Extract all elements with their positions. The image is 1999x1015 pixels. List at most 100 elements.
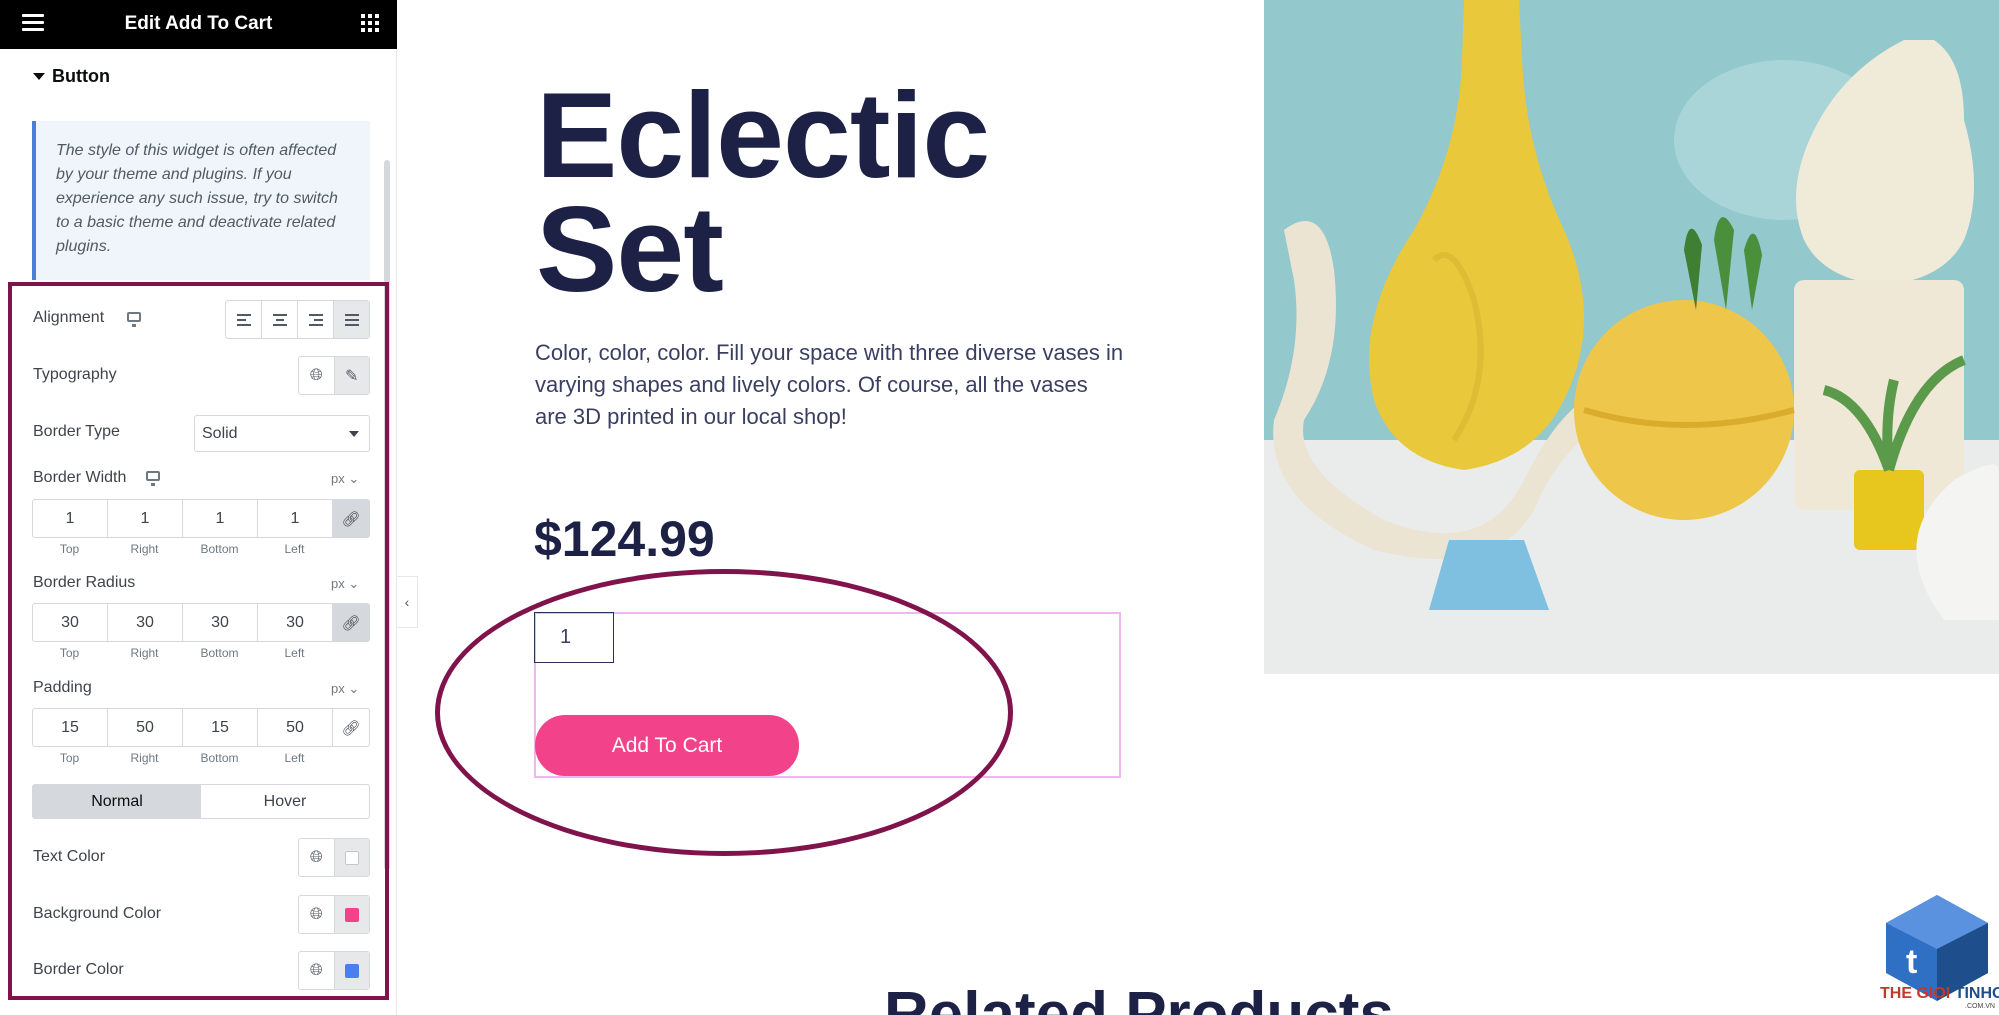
- svg-text:t: t: [1906, 943, 1917, 981]
- widget-style-notice: The style of this widget is often affect…: [32, 121, 370, 280]
- section-toggle-button[interactable]: Button: [32, 66, 110, 87]
- globe-icon[interactable]: 🌐︎: [299, 839, 334, 876]
- background-color-control: 🌐︎: [298, 895, 370, 934]
- border-radius-label: Border Radius: [33, 574, 136, 591]
- side-label: Bottom: [200, 646, 239, 660]
- apps-grid-icon[interactable]: [361, 14, 379, 32]
- link-icon[interactable]: 🔗︎: [332, 708, 370, 747]
- background-color-picker[interactable]: [333, 896, 369, 933]
- product-description: Color, color, color. Fill your space wit…: [535, 340, 1124, 429]
- side-label: Right: [130, 646, 159, 660]
- border-radius-unit-select[interactable]: px ⌄: [331, 576, 359, 592]
- product-title: Eclectic Set: [536, 67, 990, 317]
- padding-unit-select[interactable]: px ⌄: [331, 681, 359, 697]
- alignment-control: [225, 300, 370, 339]
- border-radius-bottom-input[interactable]: 30: [182, 603, 257, 642]
- side-label: Top: [59, 751, 80, 765]
- panel-header: Edit Add To Cart: [0, 0, 397, 49]
- padding-label: Padding: [33, 679, 92, 696]
- vases-illustration: [1264, 0, 1999, 674]
- panel-title: Edit Add To Cart: [124, 13, 273, 34]
- border-color-picker[interactable]: [333, 952, 369, 989]
- app-root: Edit Add To Cart Button The style of thi…: [0, 0, 1999, 1015]
- align-right-button[interactable]: [298, 301, 334, 338]
- link-icon[interactable]: 🔗︎: [332, 499, 370, 538]
- alignment-label: Alignment: [33, 309, 105, 326]
- text-color-control: 🌐︎: [298, 838, 370, 877]
- side-label: Top: [59, 542, 80, 556]
- border-color-swatch: [344, 963, 359, 978]
- align-center-icon: [272, 313, 287, 326]
- chevron-down-icon: [349, 431, 359, 437]
- highlight-ellipse: [435, 569, 1013, 856]
- editor-panel: Edit Add To Cart Button The style of thi…: [0, 0, 397, 1015]
- desktop-icon[interactable]: [146, 471, 160, 486]
- related-products-heading: Related Products: [884, 984, 1394, 1015]
- border-color-label: Border Color: [33, 961, 124, 978]
- section-title: Button: [52, 66, 110, 86]
- align-justify-icon: [344, 313, 359, 326]
- border-width-top-input[interactable]: 1: [32, 499, 107, 538]
- typography-control: 🌐︎ ✎: [298, 356, 370, 395]
- background-color-label: Background Color: [33, 905, 162, 922]
- link-icon[interactable]: 🔗︎: [332, 603, 370, 642]
- align-justify-button[interactable]: [334, 301, 369, 338]
- side-label: Left: [284, 751, 305, 765]
- text-color-picker[interactable]: [333, 839, 369, 876]
- product-title-line1: Eclectic: [536, 67, 990, 203]
- border-radius-right-input[interactable]: 30: [107, 603, 182, 642]
- globe-icon[interactable]: 🌐︎: [299, 896, 334, 933]
- border-radius-side-labels: Top Right Bottom Left: [32, 646, 332, 660]
- border-color-control: 🌐︎: [298, 951, 370, 990]
- padding-right-input[interactable]: 50: [107, 708, 182, 747]
- side-label: Right: [130, 542, 159, 556]
- side-label: Right: [130, 751, 159, 765]
- align-left-icon: [236, 313, 251, 326]
- tab-hover[interactable]: Hover: [201, 785, 369, 818]
- tab-normal[interactable]: Normal: [33, 785, 201, 818]
- padding-left-input[interactable]: 50: [257, 708, 332, 747]
- border-width-inputs: 1 1 1 1 🔗︎: [32, 499, 370, 538]
- product-image: [1264, 0, 1999, 674]
- product-price: $124.99: [534, 511, 715, 567]
- padding-top-input[interactable]: 15: [32, 708, 107, 747]
- pencil-icon[interactable]: ✎: [333, 357, 369, 394]
- brand-line1: THE GIOI: [1880, 985, 1951, 1002]
- side-label: Bottom: [200, 751, 239, 765]
- collapse-panel-button[interactable]: ‹: [397, 576, 418, 628]
- border-radius-inputs: 30 30 30 30 🔗︎: [32, 603, 370, 642]
- border-width-unit-select[interactable]: px ⌄: [331, 471, 359, 487]
- border-width-label: Border Width: [33, 469, 127, 486]
- side-label: Left: [284, 542, 305, 556]
- border-type-label: Border Type: [33, 423, 120, 440]
- typography-label: Typography: [33, 366, 117, 383]
- brand-domain: .COM.VN: [1965, 1003, 1995, 1010]
- border-type-select[interactable]: Solid: [194, 415, 370, 452]
- side-label: Left: [284, 646, 305, 660]
- product-title-line2: Set: [536, 181, 724, 317]
- chevron-left-icon: ‹: [404, 594, 410, 610]
- brand-line2: TINHOC: [1954, 985, 1999, 1002]
- border-width-left-input[interactable]: 1: [257, 499, 332, 538]
- desktop-icon[interactable]: [127, 312, 141, 327]
- border-type-value: Solid: [202, 425, 238, 442]
- text-color-swatch: [344, 850, 359, 865]
- padding-side-labels: Top Right Bottom Left: [32, 751, 332, 765]
- state-tabs: Normal Hover: [32, 784, 370, 819]
- border-radius-top-input[interactable]: 30: [32, 603, 107, 642]
- align-left-button[interactable]: [226, 301, 262, 338]
- globe-icon[interactable]: 🌐︎: [299, 357, 334, 394]
- align-center-button[interactable]: [262, 301, 298, 338]
- border-width-bottom-input[interactable]: 1: [182, 499, 257, 538]
- background-color-swatch: [344, 907, 359, 922]
- side-label: Bottom: [200, 542, 239, 556]
- brand-name: THE GIOI TINHOC: [1880, 985, 1999, 1003]
- globe-icon[interactable]: 🌐︎: [299, 952, 334, 989]
- border-width-side-labels: Top Right Bottom Left: [32, 542, 332, 556]
- padding-bottom-input[interactable]: 15: [182, 708, 257, 747]
- border-width-right-input[interactable]: 1: [107, 499, 182, 538]
- text-color-label: Text Color: [33, 848, 106, 865]
- padding-inputs: 15 50 15 50 🔗︎: [32, 708, 370, 747]
- border-radius-left-input[interactable]: 30: [257, 603, 332, 642]
- side-label: Top: [59, 646, 80, 660]
